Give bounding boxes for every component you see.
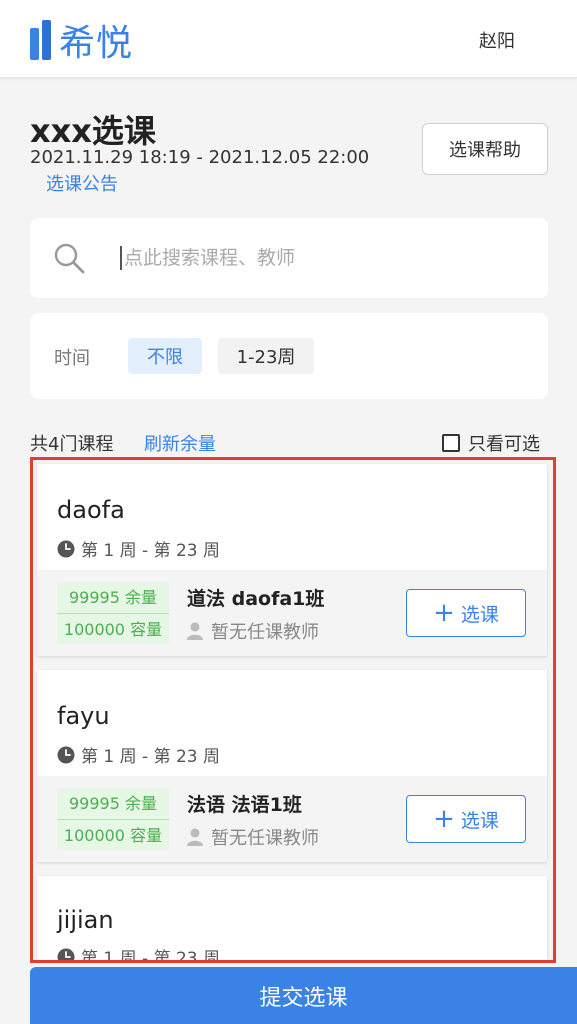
section-name: 道法 daofa1班 bbox=[187, 588, 325, 610]
course-weeks: 第 1 周 - 第 23 周 bbox=[57, 742, 220, 767]
search-box bbox=[30, 218, 548, 298]
course-weeks-text: 第 1 周 - 第 23 周 bbox=[81, 747, 221, 767]
clock-icon bbox=[57, 540, 75, 557]
search-icon[interactable] bbox=[52, 241, 86, 275]
selection-date-range: 2021.11.29 18:19 - 2021.12.05 22:00 bbox=[30, 147, 370, 168]
only-available-label: 只看可选 bbox=[468, 434, 540, 455]
course-weeks: 第 1 周 - 第 23 周 bbox=[57, 944, 221, 963]
select-course-button[interactable]: + 选课 bbox=[406, 589, 526, 637]
person-icon bbox=[187, 828, 203, 846]
selection-notice-link[interactable]: 选课公告 bbox=[46, 170, 118, 196]
refresh-quota-link[interactable]: 刷新余量 bbox=[144, 430, 216, 456]
teacher-info: 暂无任课教师 bbox=[187, 824, 319, 850]
course-name: daofa bbox=[57, 496, 125, 524]
logo-mark-icon bbox=[30, 20, 51, 60]
remaining-quota: 99995 余量 bbox=[69, 794, 157, 813]
course-weeks-text: 第 1 周 - 第 23 周 bbox=[81, 541, 221, 561]
teacher-name: 暂无任课教师 bbox=[211, 622, 319, 643]
capacity: 100000 容量 bbox=[57, 819, 169, 850]
user-name[interactable]: 赵阳 bbox=[479, 27, 515, 53]
plus-icon: + bbox=[433, 804, 455, 834]
search-input[interactable] bbox=[120, 246, 372, 270]
quota-box: 99995 余量 100000 容量 bbox=[57, 788, 169, 850]
top-bar: 希悦 赵阳 bbox=[0, 0, 577, 78]
course-card: fayu 第 1 周 - 第 23 周 99995 余量 100000 容量 法… bbox=[37, 670, 547, 862]
page-title: xxx选课 bbox=[30, 112, 156, 150]
section-name: 法语 法语1班 bbox=[187, 794, 302, 816]
app-logo[interactable]: 希悦 bbox=[30, 18, 133, 64]
quota-box: 99995 余量 100000 容量 bbox=[57, 582, 169, 644]
time-filter: 时间 不限 1-23周 bbox=[30, 313, 548, 399]
teacher-name: 暂无任课教师 bbox=[211, 828, 319, 849]
plus-icon: + bbox=[433, 598, 455, 628]
course-section: 99995 余量 100000 容量 法语 法语1班 暂无任课教师 + 选课 bbox=[37, 776, 547, 862]
course-section: 99995 余量 100000 容量 道法 daofa1班 暂无任课教师 + 选… bbox=[37, 570, 547, 656]
only-available-checkbox[interactable] bbox=[442, 434, 460, 452]
course-list[interactable]: daofa 第 1 周 - 第 23 周 99995 余量 100000 容量 … bbox=[30, 457, 556, 963]
submit-selection-button[interactable]: 提交选课 bbox=[30, 967, 577, 1024]
person-icon bbox=[187, 622, 203, 640]
select-course-button[interactable]: + 选课 bbox=[406, 795, 526, 843]
select-course-label: 选课 bbox=[460, 603, 499, 626]
capacity: 100000 容量 bbox=[57, 613, 169, 644]
course-count: 共4门课程 bbox=[30, 434, 114, 455]
select-course-label: 选课 bbox=[460, 809, 499, 832]
course-card: jijian 第 1 周 - 第 23 周 bbox=[37, 876, 547, 963]
course-weeks-text: 第 1 周 - 第 23 周 bbox=[81, 949, 221, 963]
clock-icon bbox=[57, 948, 75, 960]
clock-icon bbox=[57, 746, 75, 763]
time-filter-label: 时间 bbox=[54, 348, 90, 369]
course-card: daofa 第 1 周 - 第 23 周 99995 余量 100000 容量 … bbox=[37, 464, 547, 656]
course-name: fayu bbox=[57, 702, 110, 730]
remaining-quota: 99995 余量 bbox=[69, 588, 157, 607]
course-weeks: 第 1 周 - 第 23 周 bbox=[57, 536, 220, 561]
filter-option-unlimited[interactable]: 不限 bbox=[128, 338, 202, 374]
filter-option-weeks[interactable]: 1-23周 bbox=[218, 338, 314, 374]
only-available-toggle[interactable]: 只看可选 bbox=[442, 430, 540, 456]
teacher-info: 暂无任课教师 bbox=[187, 618, 319, 644]
logo-text: 希悦 bbox=[59, 23, 134, 64]
selection-help-button[interactable]: 选课帮助 bbox=[422, 123, 548, 175]
course-name: jijian bbox=[57, 906, 114, 934]
